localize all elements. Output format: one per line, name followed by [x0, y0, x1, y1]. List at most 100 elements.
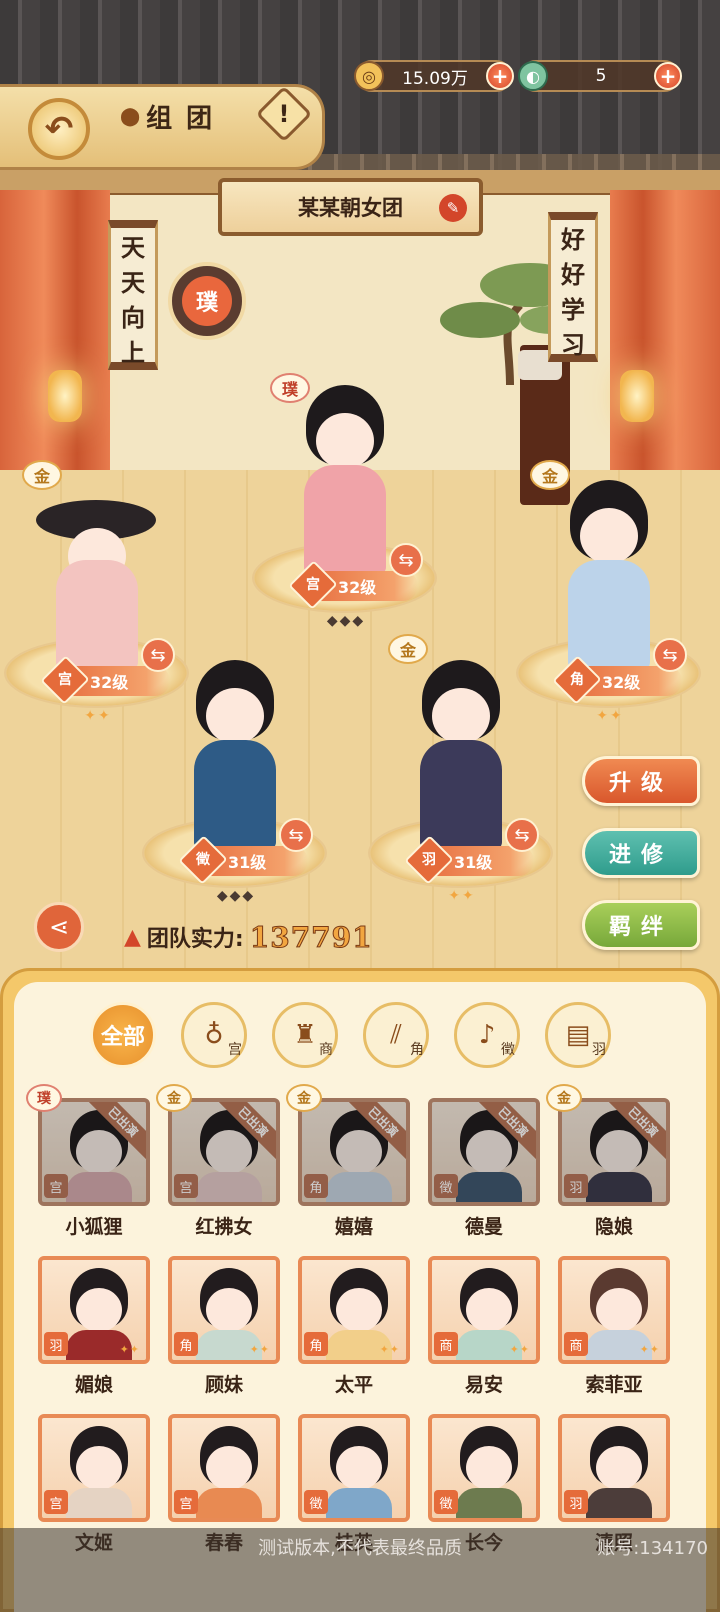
- add-coins-button[interactable]: +: [486, 62, 514, 90]
- card-portrait: 宫: [168, 1414, 280, 1522]
- bond-button[interactable]: 羁绊: [582, 900, 700, 950]
- team-name: 某某朝女团: [298, 196, 403, 220]
- jade-icon: ◐: [518, 61, 548, 91]
- roster-card[interactable]: 已出演 徵 德曼: [428, 1098, 540, 1239]
- swap-button[interactable]: ⇆: [389, 543, 423, 577]
- costume: [456, 1488, 522, 1518]
- bond-label: 羁绊: [608, 915, 673, 940]
- scroll-char: 天: [121, 233, 145, 262]
- share-icon: ⋖: [48, 913, 70, 941]
- face: [466, 1288, 512, 1332]
- card-portrait: 徵: [298, 1414, 410, 1522]
- rank-badge: 金: [156, 1084, 192, 1112]
- location-pin-icon: ⬤: [120, 105, 141, 127]
- character-name: 索菲亚: [585, 1374, 643, 1396]
- scroll-char: 向: [121, 303, 145, 332]
- character-figure[interactable]: [408, 660, 513, 850]
- scroll-right: 好 好 学 习: [548, 212, 598, 362]
- character-figure[interactable]: [292, 385, 397, 575]
- roster-card[interactable]: 商 ✦✦ 易安: [428, 1256, 540, 1397]
- account-id: 账号:134170: [597, 1538, 708, 1559]
- roster-card[interactable]: 角 ✦✦ 顾妹: [168, 1256, 280, 1397]
- role-label: 角: [570, 672, 584, 688]
- lineup-slot-5[interactable]: 金 羽 31级 ⇆ ✦✦: [368, 634, 553, 910]
- filter-all[interactable]: 全部: [90, 1002, 156, 1068]
- character-name: 顾妹: [204, 1374, 243, 1396]
- filter-shang[interactable]: ♜ 商: [272, 1002, 338, 1068]
- roster-card[interactable]: 已出演 宫 金 红拂女: [156, 1084, 280, 1239]
- swap-icon: ⇆: [514, 824, 530, 846]
- role-icon: 角: [174, 1332, 198, 1356]
- star-rating: ◆◆◆: [326, 613, 366, 629]
- face: [76, 1446, 122, 1490]
- scroll-char: 上: [121, 338, 145, 367]
- role-label: 徵: [196, 852, 210, 868]
- star-rating: ✦✦: [448, 888, 476, 904]
- back-button[interactable]: ↶: [28, 98, 90, 160]
- roster-card[interactable]: 已出演 羽 金 隐娘: [546, 1084, 670, 1239]
- team-name-banner: 某某朝女团 ✎: [218, 178, 483, 236]
- lantern-icon: [48, 370, 82, 422]
- page-title-text: 组团: [146, 103, 227, 134]
- upgrade-button[interactable]: 升级: [582, 756, 700, 806]
- swap-icon: ⇆: [398, 549, 414, 571]
- face: [580, 508, 638, 564]
- costume: [56, 560, 138, 670]
- roster-card[interactable]: 商 ✦✦ 索菲亚: [558, 1256, 670, 1397]
- flute-icon: ⫽: [390, 1019, 402, 1050]
- edit-team-name-button[interactable]: ✎: [439, 194, 467, 222]
- filter-jue[interactable]: ⫽ 角: [363, 1002, 429, 1068]
- team-power-label: 团队实力:: [146, 927, 244, 952]
- swap-button[interactable]: ⇆: [279, 818, 313, 852]
- face: [596, 1130, 642, 1174]
- face: [316, 413, 374, 469]
- scroll-char: 天: [121, 268, 145, 297]
- face: [432, 688, 490, 744]
- role-icon: 徵: [304, 1490, 328, 1514]
- level-text: 31级: [228, 853, 267, 872]
- filter-gong[interactable]: ♁ 宫: [181, 1002, 247, 1068]
- roster-card[interactable]: 已出演 宫 璞 小狐狸: [26, 1084, 150, 1239]
- filter-zhi[interactable]: ♪ 徵: [454, 1002, 520, 1068]
- role-label: 宫: [306, 577, 320, 593]
- character-name: 红拂女: [195, 1216, 253, 1238]
- page-title: ⬤ 组团: [120, 96, 226, 136]
- filter-label: 全部: [100, 1025, 145, 1050]
- character-name: 易安: [464, 1374, 503, 1396]
- costume: [326, 1488, 392, 1518]
- add-jade-button[interactable]: +: [654, 62, 682, 90]
- character-figure[interactable]: [182, 660, 287, 850]
- filter-yu[interactable]: ▤ 羽: [545, 1002, 611, 1068]
- level-text: 32级: [338, 578, 377, 597]
- costume: [66, 1172, 132, 1202]
- roster-card[interactable]: 角 ✦✦ 太平: [298, 1256, 410, 1397]
- jade-counter: ◐ 5 +: [518, 60, 682, 92]
- face: [206, 688, 264, 744]
- role-icon: 宫: [44, 1174, 68, 1198]
- costume: [456, 1172, 522, 1202]
- share-button[interactable]: ⋖: [34, 902, 84, 952]
- roster-card[interactable]: 羽 ✦✦ 媚娘: [38, 1256, 150, 1397]
- rank-badge: 璞: [270, 373, 310, 403]
- character-figure[interactable]: [36, 480, 156, 670]
- filter-label: 徵: [501, 1042, 515, 1058]
- card-portrait: 宫: [38, 1414, 150, 1522]
- role-icon: 羽: [564, 1174, 588, 1198]
- card-portrait: 羽: [558, 1414, 670, 1522]
- filter-label: 角: [410, 1042, 424, 1058]
- coin-amount: 15.09万: [402, 68, 468, 89]
- roster-card[interactable]: 已出演 角 金 嬉嬉: [286, 1084, 410, 1239]
- filter-label: 羽: [592, 1042, 606, 1058]
- rank-badge: 金: [546, 1084, 582, 1112]
- swap-button[interactable]: ⇆: [653, 638, 687, 672]
- lineup-slot-1[interactable]: 璞 宫 32级 ⇆ ◆◆◆: [252, 373, 437, 635]
- character-name: 太平: [334, 1374, 373, 1396]
- character-name: 嬉嬉: [334, 1216, 373, 1238]
- swap-button[interactable]: ⇆: [505, 818, 539, 852]
- character-figure[interactable]: [556, 480, 661, 670]
- card-portrait: 商 ✦✦: [558, 1256, 670, 1364]
- team-rank-seal[interactable]: 璞: [168, 262, 246, 340]
- rank-badge: 金: [388, 634, 428, 664]
- lineup-slot-4[interactable]: 徵 31级 ⇆ ◆◆◆: [142, 640, 327, 910]
- train-button[interactable]: 进修: [582, 828, 700, 878]
